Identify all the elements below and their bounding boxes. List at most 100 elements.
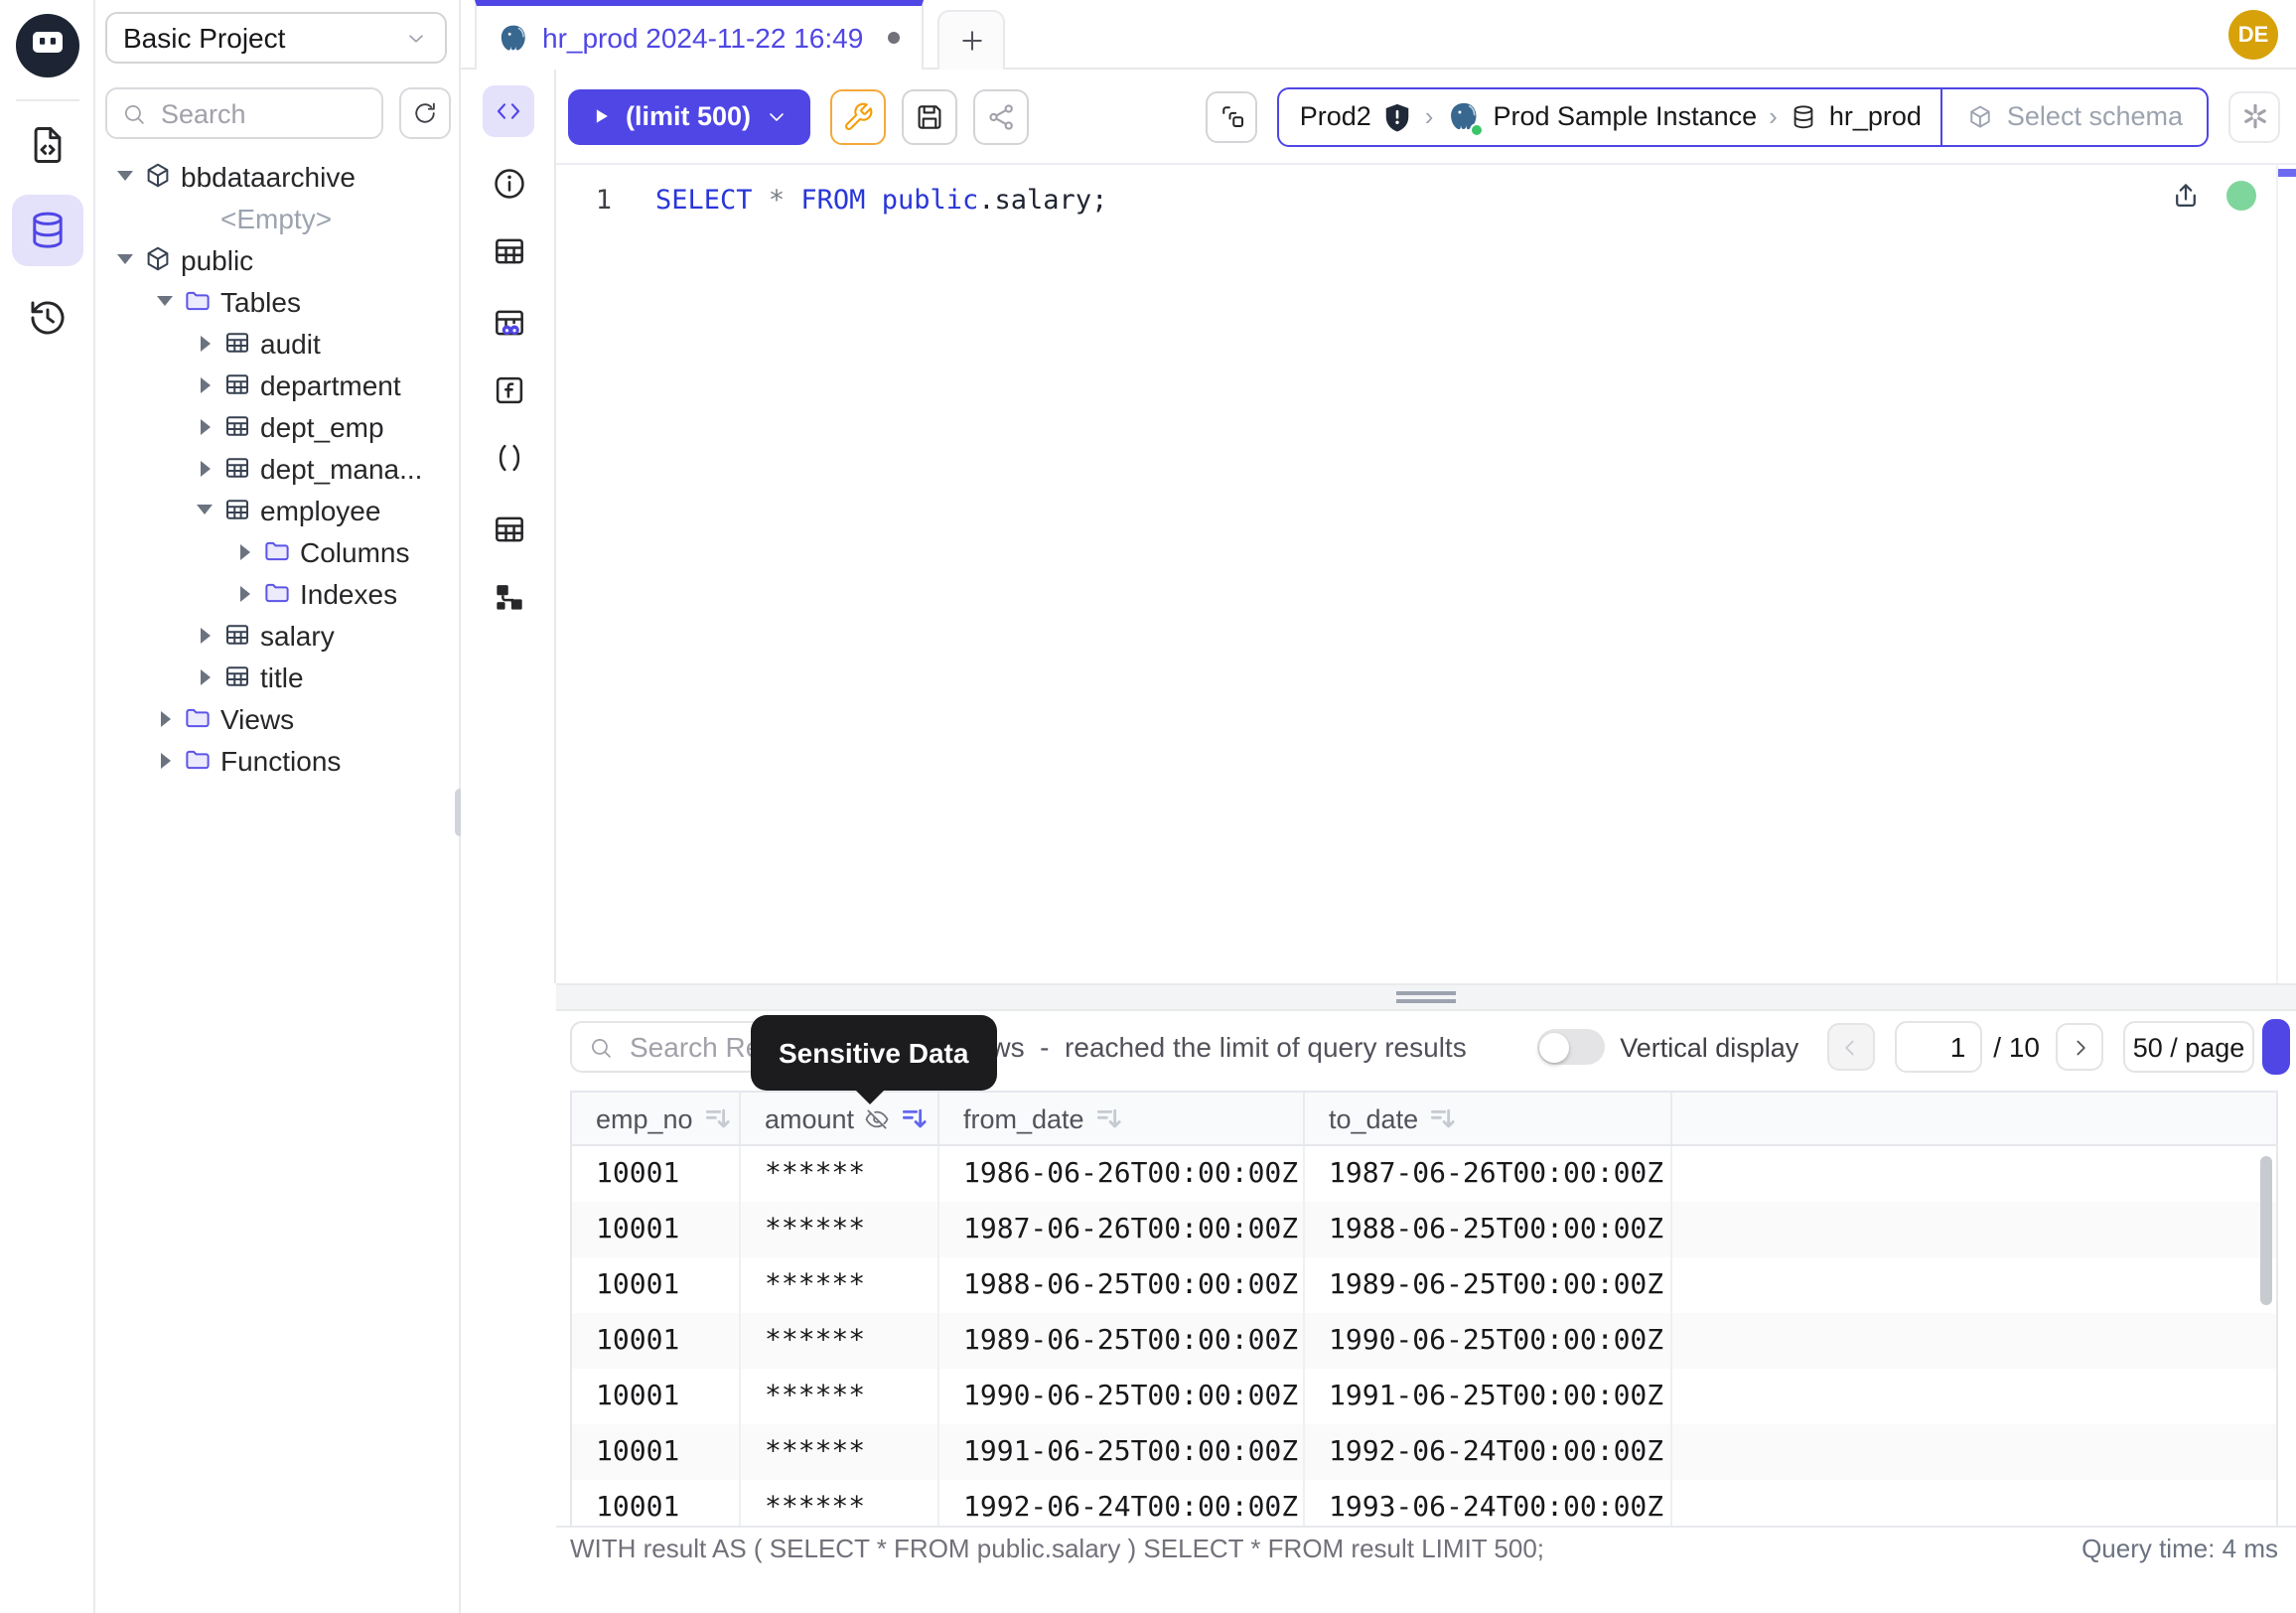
- panel-resize-handle[interactable]: [556, 983, 2296, 1011]
- column-header[interactable]: amount: [741, 1093, 939, 1144]
- save-sheet-button[interactable]: [902, 88, 957, 144]
- info-panel-button[interactable]: [483, 157, 534, 209]
- vertical-display-toggle[interactable]: [1536, 1029, 1604, 1065]
- user-avatar[interactable]: DE: [2228, 10, 2278, 60]
- sql-star: *: [769, 185, 785, 217]
- table-row[interactable]: 10001 ****** 1987-06-26T00:00:00Z 1988-0…: [572, 1202, 2276, 1257]
- chevron-left-icon: [1837, 1034, 1863, 1060]
- sql-code-line: SELECT * FROM public.salary;: [655, 177, 1107, 224]
- executed-sql: WITH result AS ( SELECT * FROM public.sa…: [570, 1534, 1544, 1563]
- page-size-select[interactable]: 50 / page: [2123, 1021, 2254, 1073]
- external-tables-panel-button[interactable]: [483, 503, 534, 554]
- tree-item-label: Indexes: [300, 577, 397, 609]
- database-icon: [1790, 102, 1817, 130]
- tree-item[interactable]: Functions: [95, 739, 459, 781]
- tree-item[interactable]: employee: [95, 489, 459, 530]
- functions-panel-button[interactable]: [483, 364, 534, 415]
- parentheses-icon: [490, 438, 527, 476]
- cell-emp-no: 10001: [572, 1202, 741, 1257]
- breadcrumb-separator: ›: [1425, 101, 1434, 131]
- grip-icon: [1396, 991, 1456, 1003]
- table-row[interactable]: 10001 ****** 1990-06-25T00:00:00Z 1991-0…: [572, 1369, 2276, 1424]
- editor-panel-toggle[interactable]: [483, 85, 534, 137]
- tree-item[interactable]: public: [95, 238, 459, 280]
- tooltip-arrow-icon: [854, 1089, 886, 1104]
- tree-item[interactable]: title: [95, 656, 459, 697]
- cell-from-date: 1989-06-25T00:00:00Z: [939, 1313, 1305, 1369]
- column-label: to_date: [1329, 1103, 1418, 1133]
- add-tab-button[interactable]: [937, 10, 1005, 70]
- history-nav-button[interactable]: [12, 282, 83, 354]
- tree-item[interactable]: <Empty>: [95, 197, 459, 238]
- column-header[interactable]: from_date: [939, 1093, 1305, 1144]
- select-schema-button[interactable]: Select schema: [1943, 101, 2207, 131]
- line-number: 1: [556, 177, 612, 224]
- tooltip-text: Sensitive Data: [779, 1037, 968, 1069]
- ai-assistant-button[interactable]: [2228, 90, 2280, 142]
- connection-breadcrumb[interactable]: Prod2 › Prod Sample Instance ›: [1278, 86, 2209, 146]
- next-page-button[interactable]: [2056, 1023, 2103, 1071]
- tree-item[interactable]: Columns: [95, 530, 459, 572]
- tree-item[interactable]: Tables: [95, 280, 459, 322]
- table-search-panel-button[interactable]: [483, 296, 534, 348]
- column-header[interactable]: emp_no: [572, 1093, 741, 1144]
- tree-item[interactable]: bbdataarchive: [95, 155, 459, 197]
- tree-item[interactable]: audit: [95, 322, 459, 364]
- worksheet-nav-button[interactable]: [12, 109, 83, 181]
- sidebar-search-field[interactable]: [157, 96, 367, 130]
- column-label: amount: [765, 1103, 854, 1133]
- batch-query-button[interactable]: [1207, 90, 1258, 142]
- tree-item-icon: [143, 244, 173, 274]
- table-row[interactable]: 10001 ****** 1991-06-25T00:00:00Z 1992-0…: [572, 1424, 2276, 1480]
- tree-item-icon: [222, 495, 252, 524]
- tree-item[interactable]: Views: [95, 697, 459, 739]
- bytebase-logo[interactable]: [14, 12, 81, 79]
- column-header[interactable]: to_date: [1305, 1093, 1672, 1144]
- tree-item-label: <Empty>: [220, 202, 332, 233]
- tree-item-icon: [183, 203, 213, 232]
- table-row[interactable]: 10001 ****** 1986-06-26T00:00:00Z 1987-0…: [572, 1146, 2276, 1202]
- cell-amount-masked: ******: [741, 1146, 939, 1202]
- share-button[interactable]: [973, 88, 1029, 144]
- upload-icon[interactable]: [2169, 179, 2203, 213]
- tables-panel-button[interactable]: [483, 224, 534, 276]
- tab-hr-prod[interactable]: hr_prod 2024-11-22 16:49: [475, 0, 924, 70]
- table-row[interactable]: 10001 ****** 1988-06-25T00:00:00Z 1989-0…: [572, 1257, 2276, 1313]
- cell-empty: [1672, 1202, 2276, 1257]
- table-icon: [490, 510, 527, 547]
- table-row[interactable]: 10001 ****** 1989-06-25T00:00:00Z 1990-0…: [572, 1313, 2276, 1369]
- editor-scroll-gutter: [2276, 165, 2278, 983]
- prev-page-button[interactable]: [1826, 1023, 1874, 1071]
- function-icon: [490, 370, 527, 408]
- tree-caret-icon: [191, 496, 218, 523]
- environment-label: Prod2: [1300, 101, 1371, 131]
- database-nav-button[interactable]: [12, 195, 83, 266]
- batch-icon: [1218, 101, 1247, 131]
- format-sql-button[interactable]: [830, 88, 886, 144]
- tree-item[interactable]: dept_mana...: [95, 447, 459, 489]
- cell-empty: [1672, 1424, 2276, 1480]
- sidebar-search-input[interactable]: [105, 87, 383, 139]
- export-button[interactable]: [2262, 1019, 2290, 1075]
- refresh-icon: [411, 99, 439, 127]
- refresh-schema-button[interactable]: [399, 87, 451, 139]
- tree-item[interactable]: dept_emp: [95, 405, 459, 447]
- status-bar: WITH result AS ( SELECT * FROM public.sa…: [556, 1526, 2296, 1569]
- schema-diagram-button[interactable]: [483, 570, 534, 622]
- sql-editor[interactable]: 1 SELECT * FROM public.salary;: [556, 165, 2296, 983]
- project-select[interactable]: Basic Project: [105, 12, 447, 64]
- tree-caret-icon: [191, 662, 218, 690]
- tree-item[interactable]: department: [95, 364, 459, 405]
- tree-item[interactable]: salary: [95, 614, 459, 656]
- tree-item[interactable]: Indexes: [95, 572, 459, 614]
- cell-empty: [1672, 1146, 2276, 1202]
- run-query-button[interactable]: (limit 500): [568, 88, 810, 144]
- procedures-panel-button[interactable]: [483, 431, 534, 483]
- overview-ruler-mark: [2278, 169, 2296, 177]
- table-scrollbar-thumb[interactable]: [2260, 1156, 2272, 1305]
- cell-empty: [1672, 1257, 2276, 1313]
- tree-item-icon: [183, 703, 213, 733]
- rail-divider: [16, 99, 79, 101]
- page-input[interactable]: [1896, 1029, 1979, 1065]
- connection-ready-dot: [2226, 181, 2256, 211]
